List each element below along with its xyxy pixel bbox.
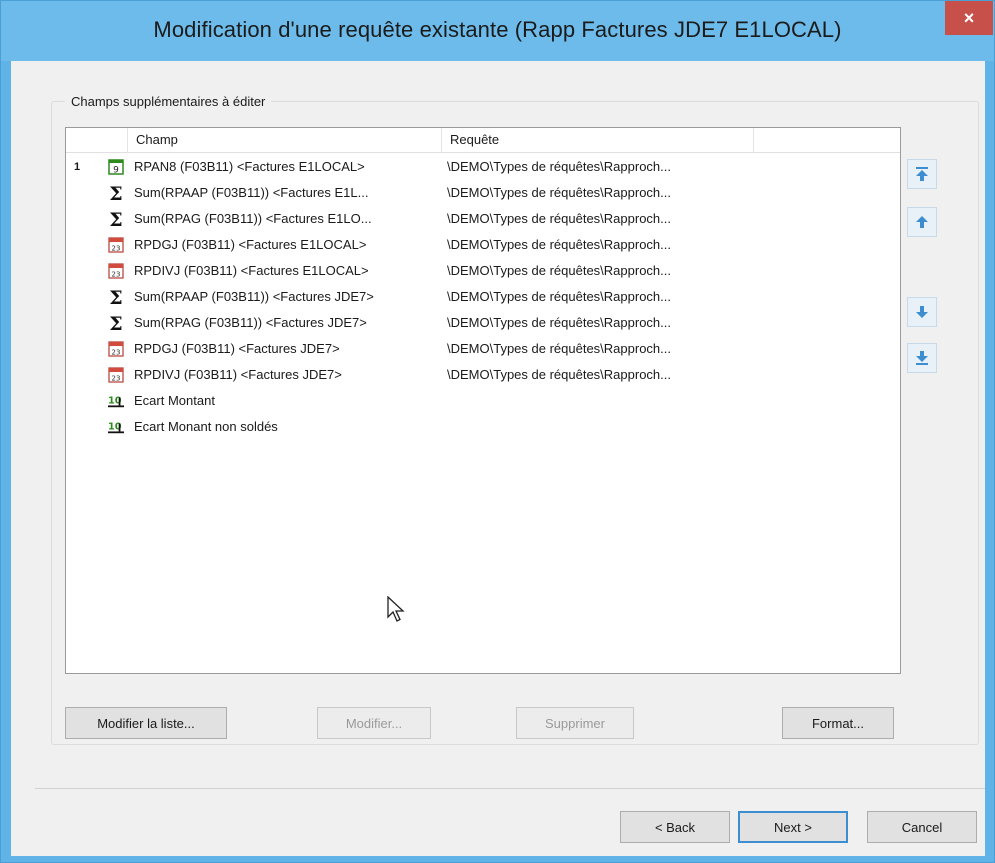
calculated-field-icon: 10 (108, 419, 124, 435)
column-header-index[interactable] (66, 128, 128, 152)
date-field-icon: 23 (108, 341, 124, 357)
cell-requete: \DEMO\Types de réquêtes\Rapproch... (447, 315, 671, 330)
cell-requete: \DEMO\Types de réquêtes\Rapproch... (447, 185, 671, 200)
cancel-button[interactable]: Cancel (867, 811, 977, 843)
cell-champ: Sum(RPAAP (F03B11)) <Factures JDE7> (134, 289, 374, 304)
move-bottom-button[interactable] (907, 343, 937, 373)
table-row[interactable]: 23 RPDGJ (F03B11) <Factures E1LOCAL> \DEMO… (66, 232, 900, 258)
table-row[interactable]: Σ Sum(RPAAP (F03B11)) <Factures E1L... \DE… (66, 180, 900, 206)
cell-champ: Ecart Monant non soldés (134, 419, 278, 434)
modify-list-button[interactable]: Modifier la liste... (65, 707, 227, 739)
modify-button[interactable]: Modifier... (317, 707, 431, 739)
column-header-requete[interactable]: Requête (442, 128, 754, 152)
sum-icon: Σ (108, 184, 124, 202)
date-field-icon: 23 (108, 263, 124, 279)
cell-requete: \DEMO\Types de réquêtes\Rapproch... (447, 237, 671, 252)
table-row[interactable]: 1 9 RPAN8 (F03B11) <Factures E1LOCAL> \DEMO… (66, 154, 900, 180)
cell-requete: \DEMO\Types de réquêtes\Rapproch... (447, 367, 671, 382)
table-row[interactable]: 10 Ecart Monant non soldés (66, 414, 900, 440)
next-button[interactable]: Next > (738, 811, 848, 843)
cell-requete: \DEMO\Types de réquêtes\Rapproch... (447, 263, 671, 278)
move-down-button[interactable] (907, 297, 937, 327)
table-row[interactable]: 23 RPDIVJ (F03B11) <Factures JDE7> \DEMO\T… (66, 362, 900, 388)
move-top-button[interactable] (907, 159, 937, 189)
calculated-field-icon: 10 (108, 393, 124, 409)
cell-champ: RPDIVJ (F03B11) <Factures E1LOCAL> (134, 263, 369, 278)
table-row[interactable]: 10 Ecart Montant (66, 388, 900, 414)
column-header-champ[interactable]: Champ (128, 128, 442, 152)
group-label: Champs supplémentaires à éditer (65, 94, 272, 109)
svg-text:Σ: Σ (109, 210, 122, 228)
format-button[interactable]: Format... (782, 707, 894, 739)
number-field-icon: 9 (108, 159, 124, 175)
svg-text:Σ: Σ (109, 288, 122, 306)
sum-icon: Σ (108, 288, 124, 306)
cell-requete: \DEMO\Types de réquêtes\Rapproch... (447, 341, 671, 356)
table-row[interactable]: Σ Sum(RPAAP (F03B11)) <Factures JDE7> \DEM… (66, 284, 900, 310)
svg-text:Σ: Σ (109, 184, 122, 202)
table-row[interactable]: Σ Sum(RPAG (F03B11)) <Factures E1LO... \DE… (66, 206, 900, 232)
svg-text:Σ: Σ (109, 314, 122, 332)
svg-text:23: 23 (112, 271, 121, 279)
cell-champ: Sum(RPAG (F03B11)) <Factures E1LO... (134, 211, 372, 226)
delete-button[interactable]: Supprimer (516, 707, 634, 739)
window-title: Modification d'une requête existante (Ra… (153, 17, 842, 42)
date-field-icon: 23 (108, 367, 124, 383)
cell-requete: \DEMO\Types de réquêtes\Rapproch... (447, 289, 671, 304)
arrow-top-icon (916, 167, 928, 181)
row-number: 1 (74, 161, 81, 173)
cell-champ: RPDIVJ (F03B11) <Factures JDE7> (134, 367, 342, 382)
svg-text:23: 23 (112, 375, 121, 383)
dialog-client-area: Champs supplémentaires à éditer Champ Re… (11, 61, 985, 856)
cell-champ: Ecart Montant (134, 393, 215, 408)
cell-champ: Sum(RPAAP (F03B11)) <Factures E1L... (134, 185, 369, 200)
close-button[interactable]: × (945, 1, 993, 35)
list-header: Champ Requête (66, 128, 900, 153)
sum-icon: Σ (108, 210, 124, 228)
fields-list[interactable]: Champ Requête 1 9 RPAN8 (F03B11) <Factures… (65, 127, 901, 674)
cell-champ: Sum(RPAG (F03B11)) <Factures JDE7> (134, 315, 367, 330)
arrow-up-icon (916, 216, 928, 228)
svg-text:9: 9 (113, 166, 119, 176)
cell-champ: RPAN8 (F03B11) <Factures E1LOCAL> (134, 159, 365, 174)
cell-requete: \DEMO\Types de réquêtes\Rapproch... (447, 211, 671, 226)
cell-champ: RPDGJ (F03B11) <Factures E1LOCAL> (134, 237, 367, 252)
dialog-window: Modification d'une requête existante (Ra… (0, 0, 995, 863)
cell-requete: \DEMO\Types de réquêtes\Rapproch... (447, 159, 671, 174)
move-up-button[interactable] (907, 207, 937, 237)
svg-text:23: 23 (112, 245, 121, 253)
sum-icon: Σ (108, 314, 124, 332)
table-row[interactable]: Σ Sum(RPAG (F03B11)) <Factures JDE7> \DEMO… (66, 310, 900, 336)
mouse-pointer-icon (387, 596, 405, 622)
title-bar: Modification d'une requête existante (Ra… (1, 1, 994, 61)
arrow-bottom-icon (916, 351, 928, 365)
back-button[interactable]: < Back (620, 811, 730, 843)
table-row[interactable]: 23 RPDIVJ (F03B11) <Factures E1LOCAL> \DEM… (66, 258, 900, 284)
separator (35, 788, 985, 789)
svg-text:23: 23 (112, 349, 121, 357)
table-row[interactable]: 23 RPDGJ (F03B11) <Factures JDE7> \DEMO\Ty… (66, 336, 900, 362)
arrow-down-icon (916, 306, 928, 318)
date-field-icon: 23 (108, 237, 124, 253)
cell-champ: RPDGJ (F03B11) <Factures JDE7> (134, 341, 340, 356)
